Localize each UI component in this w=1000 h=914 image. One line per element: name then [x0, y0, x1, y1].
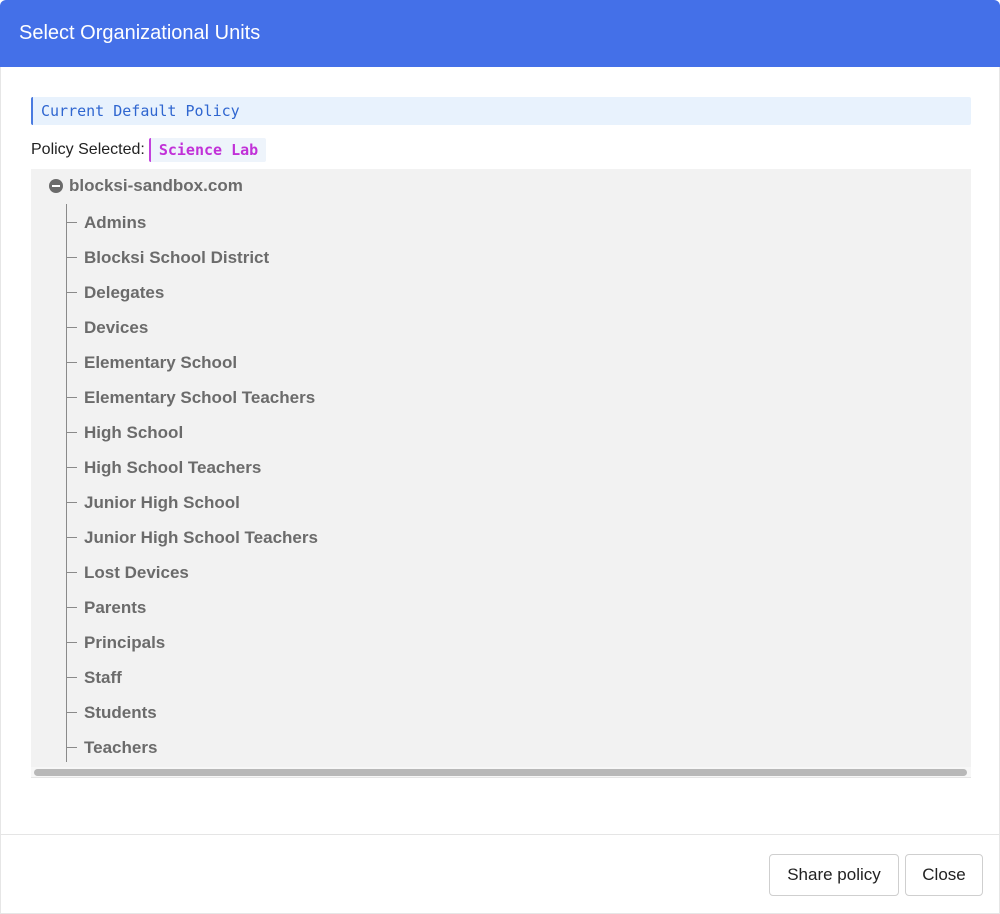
tree-item[interactable]: Junior High School Teachers	[66, 520, 318, 555]
tree-item[interactable]: Students	[66, 695, 318, 730]
tree-item-label[interactable]: Elementary School Teachers	[84, 388, 315, 408]
tree-children-list: Admins Blocksi School District Delegates De…	[66, 205, 318, 765]
tree-item-label[interactable]: Principals	[84, 633, 165, 653]
tree-item-label[interactable]: Parents	[84, 598, 146, 618]
policy-selected-badge: Science Lab	[148, 138, 267, 162]
horizontal-scrollbar[interactable]	[31, 767, 971, 778]
tree-item[interactable]: Delegates	[66, 275, 318, 310]
dialog-footer: Share policy Close	[0, 834, 1000, 914]
tree-item[interactable]: Staff	[66, 660, 318, 695]
tree-item-label[interactable]: High School Teachers	[84, 458, 261, 478]
share-policy-button[interactable]: Share policy	[769, 854, 899, 896]
tree-item-label[interactable]: High School	[84, 423, 183, 443]
tree-item[interactable]: Parents	[66, 590, 318, 625]
tree-root-node[interactable]: blocksi-sandbox.com	[49, 176, 243, 196]
tree-item-label[interactable]: Students	[84, 703, 157, 723]
tree-item[interactable]: Junior High School	[66, 485, 318, 520]
tree-item[interactable]: Elementary School	[66, 345, 318, 380]
tree-item-label[interactable]: Junior High School	[84, 493, 240, 513]
dialog-title: Select Organizational Units	[19, 22, 261, 44]
ou-tree: blocksi-sandbox.com Admins Blocksi School…	[31, 169, 971, 767]
tree-item[interactable]: Elementary School Teachers	[66, 380, 318, 415]
collapse-minus-icon[interactable]	[49, 179, 63, 193]
tree-item[interactable]: Lost Devices	[66, 555, 318, 590]
tree-item-label[interactable]: Admins	[84, 213, 146, 233]
tree-item-label[interactable]: Delegates	[84, 283, 164, 303]
tree-item[interactable]: Admins	[66, 205, 318, 240]
select-ou-dialog: Select Organizational Units Current Defa…	[0, 0, 1000, 914]
policy-selected-label: Policy Selected:	[31, 141, 145, 158]
tree-root-label[interactable]: blocksi-sandbox.com	[69, 176, 243, 196]
tree-item-label[interactable]: Blocksi School District	[84, 248, 269, 268]
policy-selected-row: Policy Selected: Science Lab	[31, 137, 267, 163]
tree-item[interactable]: Principals	[66, 625, 318, 660]
tree-item-label[interactable]: Junior High School Teachers	[84, 528, 318, 548]
tree-item[interactable]: Devices	[66, 310, 318, 345]
tree-item-label[interactable]: Teachers	[84, 738, 157, 758]
tree-item[interactable]: High School Teachers	[66, 450, 318, 485]
tree-item[interactable]: Blocksi School District	[66, 240, 318, 275]
tree-item[interactable]: Teachers	[66, 730, 318, 765]
tree-item-label[interactable]: Elementary School	[84, 353, 237, 373]
tree-item[interactable]: High School	[66, 415, 318, 450]
current-default-policy-label[interactable]: Current Default Policy	[31, 97, 971, 125]
scrollbar-thumb[interactable]	[34, 769, 967, 776]
tree-item-label[interactable]: Staff	[84, 668, 122, 688]
dialog-body: Current Default Policy Policy Selected: …	[0, 67, 1000, 834]
tree-item-label[interactable]: Devices	[84, 318, 148, 338]
close-button[interactable]: Close	[905, 854, 983, 896]
tree-item-label[interactable]: Lost Devices	[84, 563, 189, 583]
dialog-header: Select Organizational Units	[0, 0, 1000, 67]
